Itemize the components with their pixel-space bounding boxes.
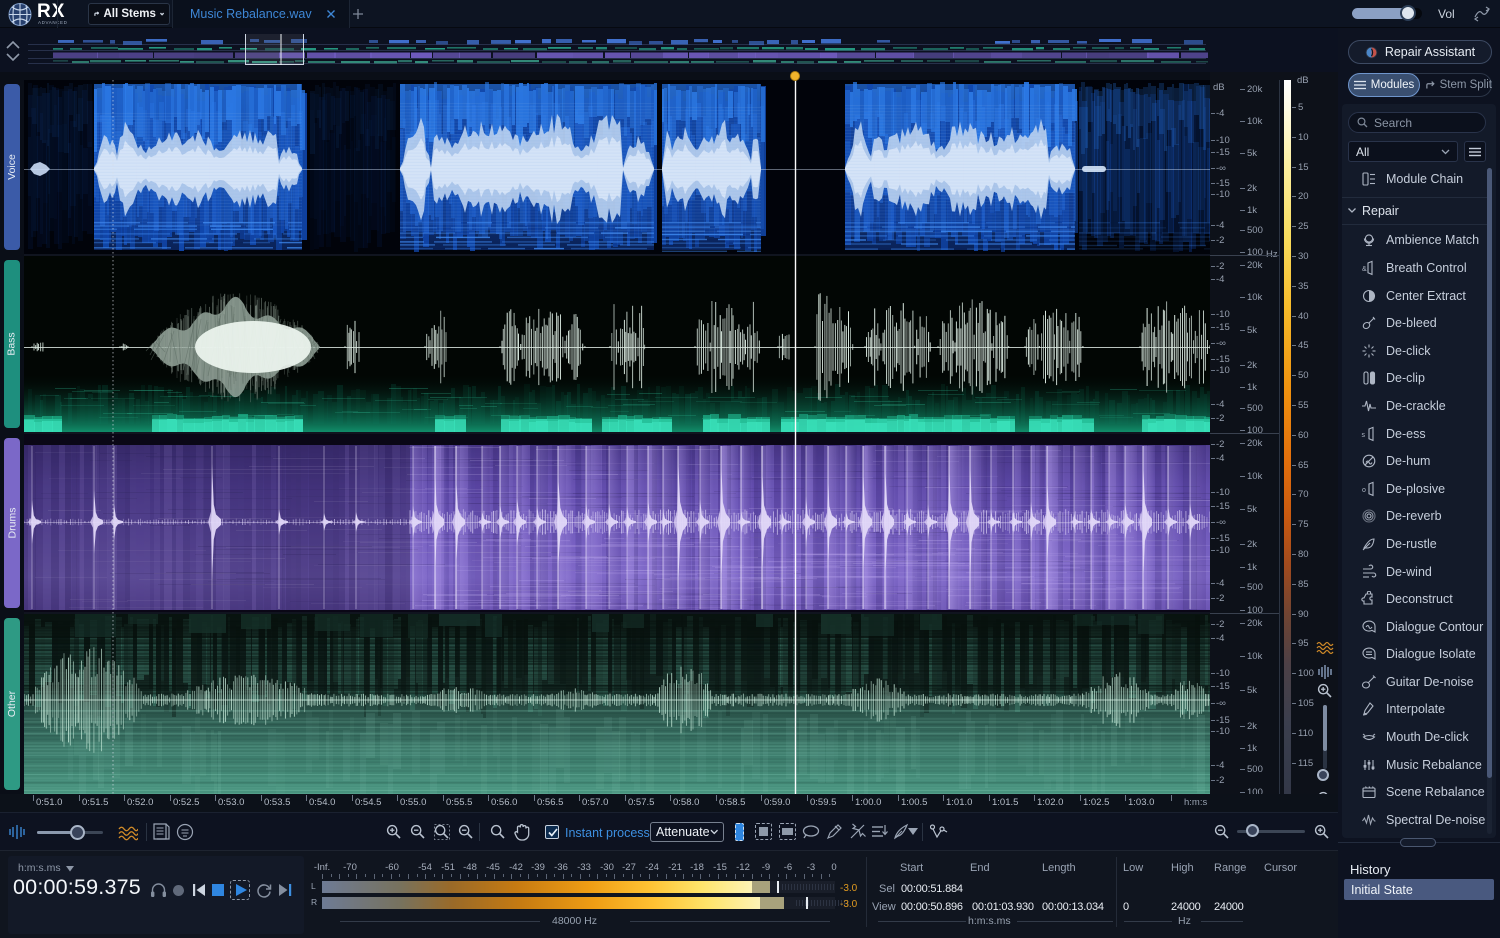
svg-text:&: &: [1362, 266, 1367, 273]
svg-text:s: s: [1362, 432, 1366, 439]
svg-text:o: o: [1362, 487, 1366, 494]
